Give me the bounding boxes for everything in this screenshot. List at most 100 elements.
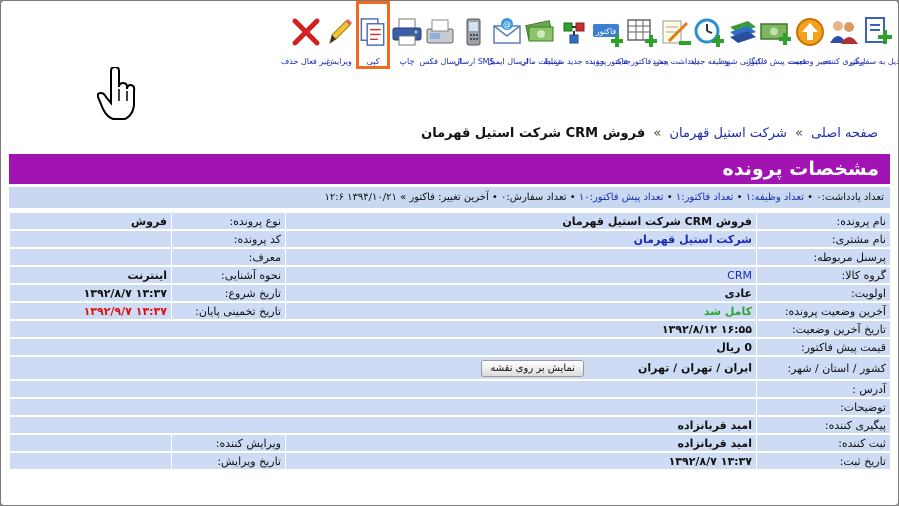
table-row: تاریخ آخرین وضعیت: ۱۶:۵۵ ۱۳۹۲/۸/۱۲: [10, 321, 890, 337]
priority-value: عادی: [286, 285, 756, 301]
copy-icon: [360, 18, 385, 46]
page-title: مشخصات پرونده: [9, 154, 890, 184]
location-cell: ایران / تهران / تهران نمایش بر روی نقشه: [10, 357, 756, 379]
case-name-value: فروش CRM شرکت استیل قهرمان: [286, 213, 756, 229]
last-status-label: آخرین وضعیت پرونده:: [757, 303, 890, 319]
copy-label: کپی: [366, 57, 380, 66]
table-row: نام پرونده: فروش CRM شرکت استیل قهرمان ن…: [10, 213, 890, 229]
start-date-label: تاریخ شروع:: [172, 285, 285, 301]
product-group-link[interactable]: CRM: [286, 267, 756, 283]
send-fax-button[interactable]: ارسال فکس: [419, 7, 462, 73]
table-row: آخرین وضعیت پرونده: کامل شد تاریخ تخمینی…: [10, 303, 890, 319]
table-row: پرسنل مربوطه: معرف:: [10, 249, 890, 265]
table-plus-icon: [627, 19, 658, 47]
case-stats-bar: تعداد یادداشت:۰ • تعداد وظیفه:۱ • تعداد …: [9, 187, 890, 208]
up-arrow-icon: [796, 18, 825, 46]
app-window: تبدیل به سفارش پیگیری کننده تغییر وضعیت …: [0, 0, 899, 506]
deactivate-delete-button[interactable]: غیر فعال حذف: [281, 7, 331, 73]
last-status-date-value: ۱۶:۵۵ ۱۳۹۲/۸/۱۲: [10, 321, 756, 337]
acquaintance-label: نحوه آشنایی:: [172, 267, 285, 283]
follower-field-label: پیگیری کننده:: [757, 417, 890, 433]
svg-text:@: @: [503, 20, 511, 29]
description-label: توضیحات:: [757, 399, 890, 415]
registrar-value: امید قربانزاده: [286, 435, 756, 451]
edit-label: ویرایش: [326, 57, 352, 66]
stat-orders: تعداد سفارش:۰: [501, 192, 567, 203]
edit-date-label: تاریخ ویرایش:: [172, 453, 285, 469]
delete-x-icon: [292, 18, 320, 46]
new-related-case-button[interactable]: پرونده جدید مرتبط: [544, 7, 607, 73]
end-estimate-label: تاریخ تخمینی پایان:: [172, 303, 285, 319]
customer-name-link[interactable]: شرکت استیل قهرمان: [286, 231, 756, 247]
edit-date-value: [10, 453, 171, 469]
breadcrumb-separator: »: [653, 126, 662, 141]
table-row: تاریخ ثبت: ۱۳:۳۷ ۱۳۹۲/۸/۷ تاریخ ویرایش:: [10, 453, 890, 469]
address-value: [10, 381, 756, 397]
product-group-label: گروه کالا:: [757, 267, 890, 283]
convert-to-order-label: تبدیل به سفارش: [849, 57, 898, 66]
editor-label: ویرایش کننده:: [172, 435, 285, 451]
edit-button[interactable]: ویرایش: [323, 7, 357, 73]
case-code-label: کد پرونده:: [172, 231, 285, 247]
note-pen-icon: [662, 20, 691, 45]
breadcrumb-home-link[interactable]: صفحه اصلی: [811, 126, 878, 141]
case-name-label: نام پرونده:: [757, 213, 890, 229]
stat-invoices-link[interactable]: تعداد فاکتور:۱: [676, 192, 734, 203]
table-row: قیمت پیش فاکتور: 0 ریال: [10, 339, 890, 355]
referrer-label: معرف:: [172, 249, 285, 265]
money-plus-icon: [760, 23, 792, 45]
registrar-label: ثبت کننده:: [757, 435, 890, 451]
last-status-date-label: تاریخ آخرین وضعیت:: [757, 321, 890, 337]
send-sms-button[interactable]: ارسال SMS: [454, 7, 494, 73]
start-date-value: ۱۳:۳۷ ۱۳۹۲/۸/۷: [10, 285, 171, 301]
money-icon: [525, 20, 554, 42]
end-estimate-value: ۱۳:۳۷ ۱۳۹۲/۹/۷: [10, 303, 171, 319]
table-row: ثبت کننده: امید قربانزاده ویرایش کننده:: [10, 435, 890, 451]
stat-proformas-link[interactable]: تعداد پیش فاکتور:۱۰: [579, 192, 664, 203]
editor-value: [10, 435, 171, 451]
convert-to-order-button[interactable]: تبدیل به سفارش: [849, 7, 898, 73]
case-details-table: نام پرونده: فروش CRM شرکت استیل قهرمان ن…: [9, 211, 891, 471]
case-type-label: نوع پرونده:: [172, 213, 285, 229]
location-label: کشور / استان / شهر:: [757, 357, 890, 379]
stat-last-change: آخرین تغییر: فاکتور » ۱۳۹۴/۱۰/۲۱ ۱۲:۶: [324, 192, 489, 203]
priority-label: اولویت:: [757, 285, 890, 301]
proforma-price-field-label: قیمت پیش فاکتور:: [757, 339, 890, 355]
invoice-icon: فاکتور: [593, 24, 624, 47]
related-staff-value: [286, 249, 756, 265]
books-icon: [729, 21, 756, 43]
pencil-icon: [329, 19, 353, 45]
breadcrumb-current: فروش CRM شرکت استیل قهرمان: [421, 126, 646, 141]
add-doc-icon: [865, 17, 893, 44]
table-row: اولویت: عادی تاریخ شروع: ۱۳:۳۷ ۱۳۹۲/۸/۷: [10, 285, 890, 301]
address-label: آدرس :: [757, 381, 890, 397]
stat-notes: تعداد یادداشت:۰: [816, 192, 884, 203]
related-staff-label: پرسنل مربوطه:: [757, 249, 890, 265]
breadcrumb-customer-link[interactable]: شرکت استیل قهرمان: [670, 126, 787, 141]
new-note-button[interactable]: یادداشت جدید: [652, 7, 699, 73]
register-date-label: تاریخ ثبت:: [757, 453, 890, 469]
clock-plus-icon: [694, 18, 725, 47]
referrer-value: [10, 249, 171, 265]
follower-value: امید قربانزاده: [10, 417, 756, 433]
description-value: [10, 399, 756, 415]
stat-tasks-link[interactable]: تعداد وظیفه:۱: [746, 192, 804, 203]
table-row: کشور / استان / شهر: ایران / تهران / تهرا…: [10, 357, 890, 379]
breadcrumb-separator: »: [794, 126, 803, 141]
table-row: توضیحات:: [10, 399, 890, 415]
copy-button[interactable]: کپی: [356, 1, 391, 69]
breadcrumb: صفحه اصلی » شرکت استیل قهرمان » فروش CRM…: [421, 126, 878, 141]
table-row: گروه کالا: CRM نحوه آشنایی: اینترنت: [10, 267, 890, 283]
new-task-button[interactable]: وظیفه جدید: [690, 7, 729, 73]
case-code-value: [10, 231, 171, 247]
print-label: چاپ: [399, 57, 415, 66]
users-icon: [829, 21, 858, 44]
last-status-value: کامل شد: [286, 303, 756, 319]
link-icon: [563, 22, 585, 44]
location-value: ایران / تهران / تهران: [637, 361, 752, 374]
show-on-map-button[interactable]: نمایش بر روی نقشه: [481, 359, 584, 377]
email-icon: @: [492, 18, 521, 44]
table-row: آدرس :: [10, 381, 890, 397]
register-date-value: ۱۳:۳۷ ۱۳۹۲/۸/۷: [286, 453, 756, 469]
invoice-icon-text: فاکتور: [595, 27, 617, 36]
